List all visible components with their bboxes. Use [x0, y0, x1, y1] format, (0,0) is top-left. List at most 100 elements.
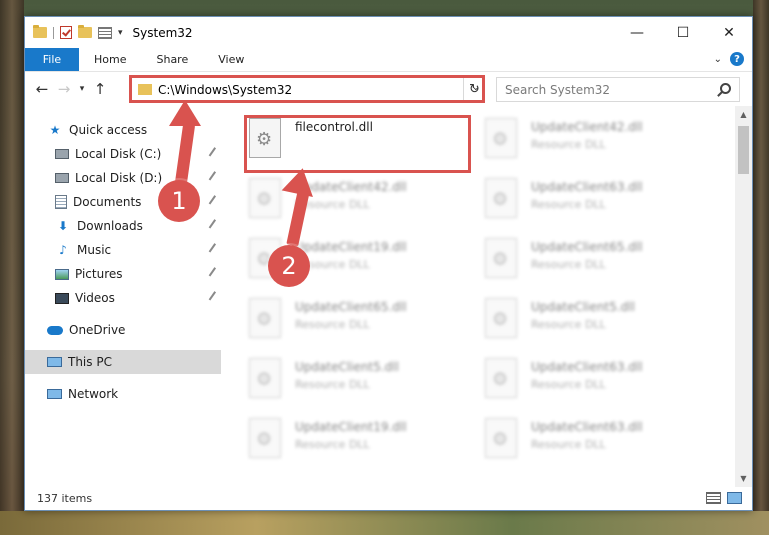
search-placeholder: Search System32 — [505, 82, 611, 97]
file-item[interactable]: UpdateClient65.dll Resource DLL — [249, 298, 469, 346]
file-highlight-box — [244, 115, 471, 173]
disk-icon — [55, 149, 69, 159]
file-item[interactable]: UpdateClient63.dll Resource DLL — [485, 358, 705, 406]
file-name: UpdateClient65.dll — [295, 300, 407, 314]
file-type: Resource DLL — [295, 318, 370, 331]
file-item[interactable]: UpdateClient63.dll Resource DLL — [485, 418, 705, 466]
tab-file[interactable]: File — [25, 48, 79, 71]
file-type: Resource DLL — [295, 378, 370, 391]
file-name: UpdateClient63.dll — [531, 420, 643, 434]
minimize-button[interactable]: — — [614, 17, 660, 48]
dll-file-icon — [485, 238, 517, 278]
file-type: Resource DLL — [531, 198, 606, 211]
downloads-icon: ⬇ — [57, 219, 69, 233]
dll-file-icon — [485, 298, 517, 338]
file-type: Resource DLL — [531, 138, 606, 151]
main-area: ★ Quick access Local Disk (C:) Local Dis… — [25, 106, 752, 487]
sidebar-item-pictures[interactable]: Pictures — [25, 262, 221, 286]
sidebar-item-label: Downloads — [77, 219, 143, 233]
close-button[interactable]: ✕ — [706, 17, 752, 48]
file-name: UpdateClient42.dll — [531, 120, 643, 134]
sidebar-item-label: Pictures — [75, 267, 123, 281]
dll-file-icon — [485, 418, 517, 458]
step-badge-1: 1 — [158, 180, 200, 222]
sidebar-item-label: Network — [68, 387, 119, 401]
background-tree-right — [753, 0, 769, 535]
scroll-up-icon[interactable]: ▲ — [735, 106, 752, 123]
pin-icon[interactable] — [208, 171, 220, 183]
vertical-scrollbar[interactable]: ▲ ▼ — [735, 106, 752, 487]
large-icons-view-icon[interactable] — [727, 492, 742, 504]
scroll-thumb[interactable] — [738, 126, 749, 174]
sidebar-item-label: Videos — [75, 291, 115, 305]
address-highlight-box — [129, 75, 485, 103]
tab-share[interactable]: Share — [141, 48, 203, 71]
recent-locations-icon[interactable]: ▾ — [75, 84, 89, 94]
pictures-icon — [55, 268, 69, 280]
file-item[interactable]: UpdateClient65.dll Resource DLL — [485, 238, 705, 286]
pin-icon[interactable] — [208, 219, 220, 231]
sidebar-item-music[interactable]: ♪ Music — [25, 238, 221, 262]
sidebar-item-label: Music — [77, 243, 112, 257]
pin-icon[interactable] — [208, 147, 220, 159]
new-folder-icon[interactable] — [78, 25, 92, 38]
sidebar-item-videos[interactable]: Videos — [25, 286, 221, 310]
file-item[interactable]: UpdateClient5.dll Resource DLL — [249, 358, 469, 406]
pin-icon[interactable] — [208, 195, 220, 207]
file-name: UpdateClient63.dll — [531, 180, 643, 194]
toolbar-separator — [53, 26, 54, 39]
search-input[interactable]: Search System32 — [496, 77, 740, 102]
properties-check-icon[interactable] — [60, 26, 72, 39]
file-list: filecontrol.dll UpdateClient42.dllResour… — [221, 106, 752, 487]
sidebar-item-label: Documents — [73, 195, 142, 209]
file-name: UpdateClient5.dll — [295, 360, 399, 374]
dll-file-icon — [485, 178, 517, 218]
file-type: Resource DLL — [295, 258, 370, 271]
explorer-window: ▾ System32 — ☐ ✕ File Home Share View ⌄ … — [24, 16, 753, 511]
background-ground — [0, 511, 769, 535]
sidebar-item-this-pc[interactable]: This PC — [25, 350, 221, 374]
sidebar-item-label: Local Disk (D:) — [75, 171, 163, 185]
pin-icon[interactable] — [208, 291, 220, 303]
back-arrow-icon[interactable]: ← — [31, 80, 53, 98]
sidebar-item-network[interactable]: Network — [25, 382, 221, 406]
file-item[interactable]: UpdateClient42.dll Resource DLL — [485, 118, 705, 166]
window-title: System32 — [132, 25, 193, 40]
maximize-button[interactable]: ☐ — [660, 17, 706, 48]
tab-view[interactable]: View — [203, 48, 259, 71]
file-name: UpdateClient63.dll — [531, 360, 643, 374]
file-name: UpdateClient65.dll — [531, 240, 643, 254]
dll-file-icon — [249, 418, 281, 458]
expand-ribbon-icon[interactable]: ⌄ — [714, 54, 722, 65]
sidebar-item-onedrive[interactable]: OneDrive — [25, 318, 221, 342]
forward-arrow-icon[interactable]: → — [53, 80, 75, 98]
sidebar-item-label: This PC — [68, 355, 112, 369]
title-bar: ▾ System32 — ☐ ✕ — [25, 17, 752, 48]
videos-icon — [55, 292, 69, 304]
dll-file-icon — [249, 298, 281, 338]
file-name: UpdateClient19.dll — [295, 420, 407, 434]
pin-icon[interactable] — [208, 267, 220, 279]
sidebar-item-label: OneDrive — [69, 323, 126, 337]
folder-icon[interactable] — [33, 25, 47, 38]
customize-toolbar-icon[interactable]: ▾ — [118, 28, 123, 38]
help-icon[interactable]: ? — [730, 52, 744, 66]
tab-home[interactable]: Home — [79, 48, 141, 71]
documents-icon — [55, 195, 67, 209]
file-type: Resource DLL — [531, 258, 606, 271]
scroll-down-icon[interactable]: ▼ — [735, 470, 752, 487]
search-icon[interactable] — [720, 83, 731, 94]
file-type: Resource DLL — [295, 438, 370, 451]
pc-icon — [47, 357, 62, 367]
file-name: UpdateClient19.dll — [295, 240, 407, 254]
up-arrow-icon[interactable]: ↑ — [89, 80, 111, 98]
file-item[interactable]: UpdateClient5.dll Resource DLL — [485, 298, 705, 346]
file-name: UpdateClient5.dll — [531, 300, 635, 314]
file-item[interactable]: UpdateClient63.dll Resource DLL — [485, 178, 705, 226]
list-view-icon[interactable] — [98, 26, 112, 39]
file-item[interactable]: UpdateClient19.dll Resource DLL — [249, 418, 469, 466]
step-badge-2: 2 — [268, 245, 310, 287]
details-view-icon[interactable] — [706, 492, 721, 504]
pin-icon[interactable] — [208, 243, 220, 255]
item-count: 137 items — [37, 492, 93, 505]
